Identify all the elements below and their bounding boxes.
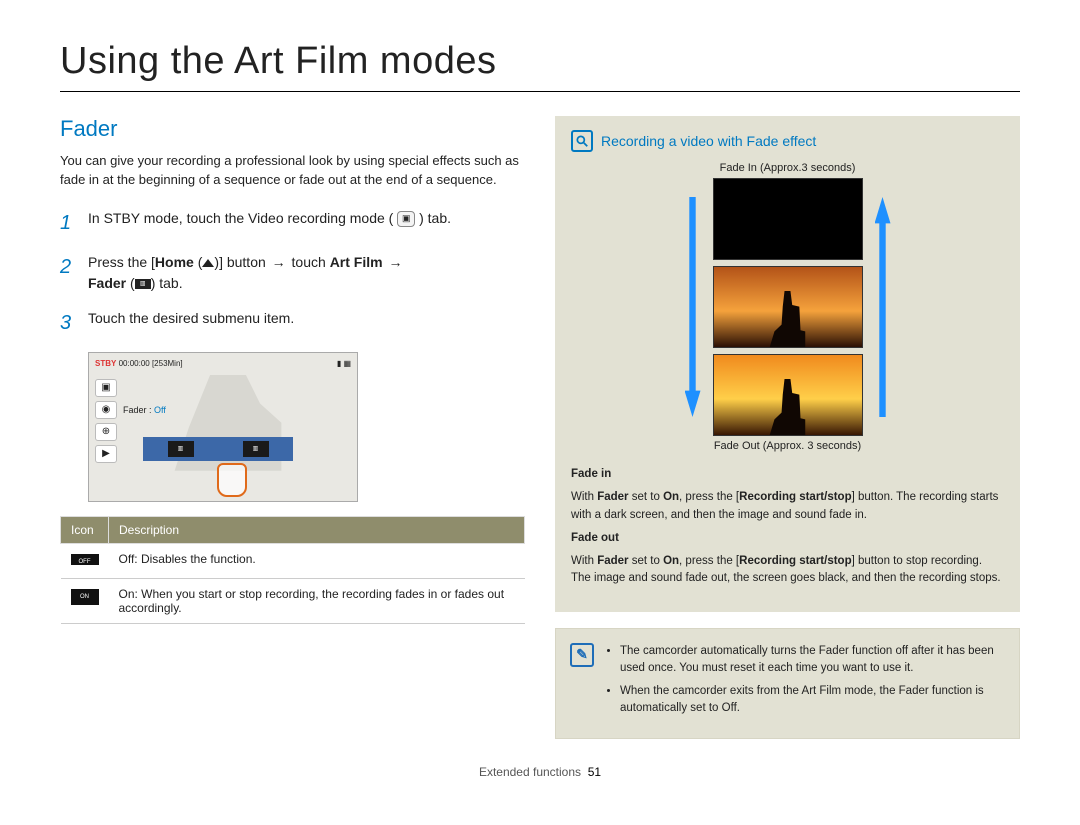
artfilm-label: Art Film [330, 254, 383, 270]
fade-in-caption: Fade In (Approx.3 seconds) [720, 162, 856, 174]
lcd-chip-on: ▥ [243, 441, 269, 457]
info-icon: ✎ [570, 643, 594, 667]
step2-c: touch [288, 254, 330, 270]
fade-out-caption: Fade Out (Approx. 3 seconds) [714, 440, 861, 452]
step2-a: Press the [ [88, 254, 155, 270]
page-title: Using the Art Film modes [60, 40, 1020, 92]
fader-on-icon: ON [71, 589, 99, 605]
left-column: Fader You can give your recording a prof… [60, 116, 525, 739]
row1-rest: : When you start or stop recording, the … [119, 587, 505, 615]
fade-out-head: Fade out [571, 532, 619, 544]
arrow-icon: → [272, 252, 286, 273]
fade-frame-mid [713, 266, 863, 348]
step1-text-a: In STBY mode, touch the Video recording … [88, 210, 393, 226]
table-row: ON On: When you start or stop recording,… [61, 578, 525, 623]
lcd-time: 00:00:00 [253Min] [119, 359, 183, 368]
step-2: Press the [Home ()] button → touch Art F… [88, 252, 525, 294]
page-footer: Extended functions 51 [60, 765, 1020, 779]
home-icon [202, 259, 214, 267]
row0-rest: : Disables the function. [134, 552, 255, 566]
step1-text-b: ) tab. [419, 210, 451, 226]
fader-off-icon: OFF [71, 554, 99, 570]
step-1: In STBY mode, touch the Video recording … [88, 208, 525, 238]
step2-e: ( [126, 275, 135, 291]
info-bullet: The camcorder automatically turns the Fa… [620, 643, 1005, 678]
table-row: OFF Off: Disables the function. [61, 543, 525, 578]
step-3: Touch the desired submenu item. [88, 308, 525, 338]
fader-label: Fader [88, 275, 126, 291]
th-description: Description [109, 516, 525, 543]
magnifier-icon [571, 130, 593, 152]
row0-bold: Off [119, 552, 135, 566]
intro-text: You can give your recording a profession… [60, 152, 525, 190]
fade-in-head: Fade in [571, 468, 611, 480]
icon-description-table: Icon Description OFF Off: Disables the f… [60, 516, 525, 624]
row1-bold: On [119, 587, 135, 601]
steps-list: In STBY mode, touch the Video recording … [60, 208, 525, 338]
right-column: Recording a video with Fade effect Fade … [555, 116, 1020, 739]
info-box: ✎ The camcorder automatically turns the … [555, 628, 1020, 739]
footer-section: Extended functions [479, 765, 581, 779]
lcd-stby: STBY [95, 359, 116, 368]
arrow-up-icon [875, 197, 891, 417]
lcd-zoom-icon: ⊕ [95, 423, 117, 441]
lcd-mode-video-icon: ▣ [95, 379, 117, 397]
th-icon: Icon [61, 516, 109, 543]
footer-page-number: 51 [588, 765, 601, 779]
lcd-screenshot: STBY 00:00:00 [253Min] ▮ ▦ ▣ ◉ ⊕ ▶ Fader… [88, 352, 358, 502]
step2-f: ) tab. [151, 275, 183, 291]
arrow-down-icon [685, 197, 701, 417]
touch-hand-icon [217, 463, 247, 497]
lcd-battery-icon: ▮ ▦ [337, 359, 351, 368]
recording-note-box: Recording a video with Fade effect Fade … [555, 116, 1020, 612]
fader-icon: ▥ [135, 279, 151, 289]
video-mode-icon: ▣ [397, 211, 415, 227]
lcd-chip-off: ▥ [168, 441, 194, 457]
fade-frame-black [713, 178, 863, 260]
lcd-option-strip: ▥ ▥ [143, 437, 293, 461]
lcd-fader-label: Fader : Off [123, 405, 166, 415]
home-label: Home [155, 254, 194, 270]
section-heading-fader: Fader [60, 116, 525, 142]
lcd-mode-photo-icon: ◉ [95, 401, 117, 419]
note-title: Recording a video with Fade effect [601, 133, 816, 149]
fade-in-description: Fade in With Fader set to On, press the … [571, 466, 1004, 588]
lcd-play-icon: ▶ [95, 445, 117, 463]
info-bullet: When the camcorder exits from the Art Fi… [620, 683, 1005, 718]
fade-frame-full [713, 354, 863, 436]
step2-b: ] button [219, 254, 270, 270]
arrow-icon: → [388, 252, 402, 273]
